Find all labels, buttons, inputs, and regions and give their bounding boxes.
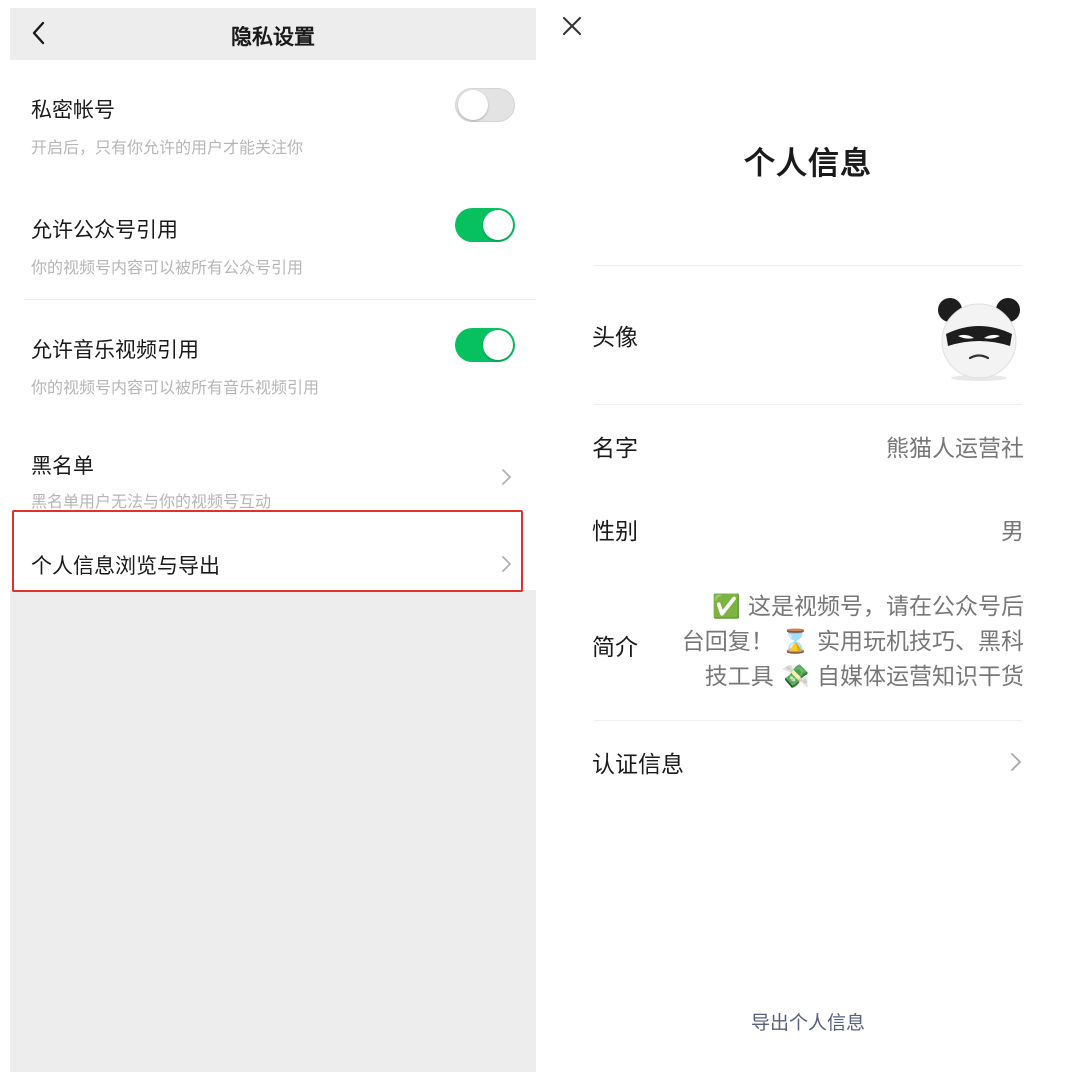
allow-music-video-toggle[interactable] xyxy=(455,328,515,362)
divider xyxy=(594,404,1022,405)
chevron-right-icon[interactable] xyxy=(1008,749,1024,775)
avatar-label: 头像 xyxy=(592,325,638,351)
bio-line: ✅ 这是视频号，请在公众号后 xyxy=(712,594,1024,620)
gender-value: 男 xyxy=(1001,519,1024,545)
setting-title: 黑名单 xyxy=(31,454,94,478)
name-label: 名字 xyxy=(592,436,638,462)
certification-label[interactable]: 认证信息 xyxy=(592,745,684,779)
setting-title: 私密帐号 xyxy=(31,98,115,122)
export-personal-info-link[interactable]: 导出个人信息 xyxy=(548,1008,1068,1035)
bio-value: ✅ 这是视频号，请在公众号后 台回复！ ⌛ 实用玩机技巧、黑科 技工具 💸 自媒… xyxy=(664,590,1024,695)
name-value: 熊猫人运营社 xyxy=(886,436,1024,462)
toggle-knob xyxy=(458,90,488,120)
setting-title: 允许音乐视频引用 xyxy=(31,338,199,362)
allow-official-account-toggle[interactable] xyxy=(455,208,515,242)
setting-title: 允许公众号引用 xyxy=(31,218,178,242)
bio-line: 台回复！ ⌛ 实用玩机技巧、黑科 xyxy=(681,629,1024,655)
nav-bar: 隐私设置 xyxy=(10,8,536,60)
panda-avatar-icon[interactable] xyxy=(936,296,1022,382)
bio-label: 简介 xyxy=(592,635,638,661)
chevron-right-icon[interactable] xyxy=(498,552,514,576)
close-icon[interactable] xyxy=(560,14,584,38)
divider xyxy=(594,720,1022,721)
setting-private-account: 私密帐号 开启后，只有你允许的用户才能关注你 xyxy=(10,60,536,180)
personal-info-panel: 个人信息 头像 名字 熊猫人运营社 性别 男 简介 ✅ 这是视频号，请在公众号后… xyxy=(548,0,1080,1080)
setting-title: 个人信息浏览与导出 xyxy=(31,554,220,578)
setting-description: 黑名单用户无法与你的视频号互动 xyxy=(31,492,272,511)
setting-description: 开启后，只有你允许的用户才能关注你 xyxy=(31,138,304,157)
toggle-knob xyxy=(483,210,513,240)
setting-description: 你的视频号内容可以被所有公众号引用 xyxy=(31,258,304,277)
page-title: 隐私设置 xyxy=(231,25,315,49)
setting-allow-music-video: 允许音乐视频引用 你的视频号内容可以被所有音乐视频引用 xyxy=(10,300,536,420)
setting-personal-info-export[interactable]: 个人信息浏览与导出 xyxy=(10,512,536,590)
setting-blacklist[interactable]: 黑名单 黑名单用户无法与你的视频号互动 xyxy=(10,420,536,511)
page-title: 个人信息 xyxy=(744,146,872,182)
setting-description: 你的视频号内容可以被所有音乐视频引用 xyxy=(31,378,320,397)
toggle-knob xyxy=(483,330,513,360)
settings-list: 私密帐号 开启后，只有你允许的用户才能关注你 允许公众号引用 你的视频号内容可以… xyxy=(10,60,536,590)
chevron-right-icon[interactable] xyxy=(498,465,514,489)
privacy-settings-panel: 隐私设置 私密帐号 开启后，只有你允许的用户才能关注你 允许公众号引用 你的视频… xyxy=(10,8,536,1072)
setting-allow-official-account: 允许公众号引用 你的视频号内容可以被所有公众号引用 xyxy=(10,180,536,300)
gender-label: 性别 xyxy=(592,519,638,545)
divider xyxy=(594,265,1022,266)
private-account-toggle[interactable] xyxy=(455,88,515,122)
bio-line: 技工具 💸 自媒体运营知识干货 xyxy=(704,664,1024,690)
